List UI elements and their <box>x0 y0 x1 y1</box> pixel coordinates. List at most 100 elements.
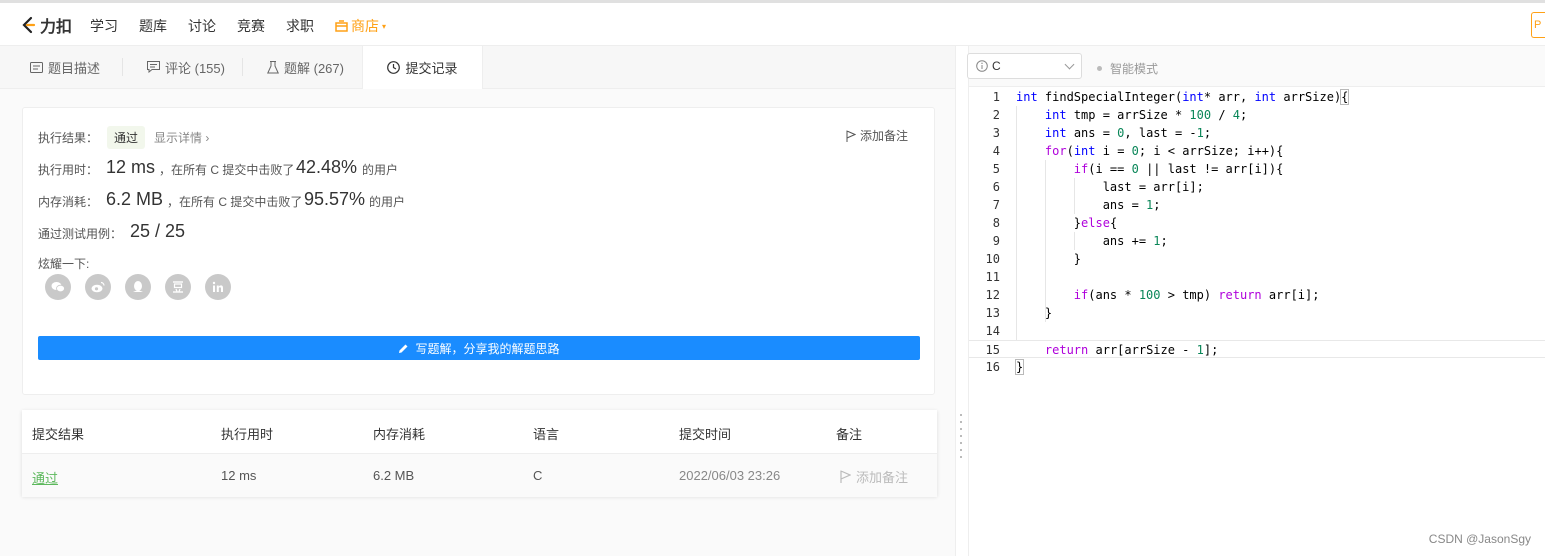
chevron-down-icon <box>1064 59 1075 70</box>
cell-runtime: 12 ms <box>221 468 257 483</box>
left-pane: 题目描述 评论 (155) 题解 (267) 提交记录 执行结果： 通过 显示详… <box>0 46 955 556</box>
code-line: 3 int ans = 0, last = -1; <box>992 126 1212 140</box>
tests-label: 通过测试用例： <box>38 227 123 241</box>
column-header: 备注 <box>836 427 863 442</box>
memory-value: 6.2 MB <box>106 189 164 209</box>
code-line: 5 if(i == 0 || last != arr[i]){ <box>992 162 1284 176</box>
cell-submit-time: 2022/06/03 23:26 <box>679 468 781 483</box>
runtime-text: ，在所有 C 提交中击败了 <box>159 163 295 177</box>
write-solution-button[interactable]: 写题解，分享我的解题思路 <box>38 336 920 360</box>
tab-description[interactable]: 题目描述 <box>30 46 100 88</box>
splitter-grip-dot <box>960 435 962 437</box>
table-row[interactable]: 通过 12 ms 6.2 MB C 2022/06/03 23:26 添加备注 <box>22 453 937 497</box>
submission-result-card: 执行结果： 通过 显示详情 › 添加备注 执行用时： 12 ms ，在所有 C … <box>22 107 935 395</box>
nav-item-problems[interactable]: 题库 <box>139 16 167 36</box>
cell-memory: 6.2 MB <box>373 468 415 483</box>
code-line-current: 15 return arr[arrSize - 1]; <box>969 340 1545 358</box>
status-label: 执行结果： <box>38 131 99 145</box>
premium-button[interactable]: P <box>1531 12 1545 38</box>
code-line: 7 ans = 1; <box>992 198 1161 212</box>
submissions-table: 提交结果 执行用时 内存消耗 语言 提交时间 备注 通过 12 ms 6.2 M… <box>22 410 937 497</box>
top-navbar: 力扣 学习 题库 讨论 竞赛 求职 商店 ▾ P <box>0 0 1545 46</box>
comment-icon <box>147 61 160 73</box>
linkedin-icon[interactable] <box>205 274 231 300</box>
splitter-grip-dot <box>960 421 962 423</box>
nav-item-contest[interactable]: 竞赛 <box>237 16 265 36</box>
problem-tabs: 题目描述 评论 (155) 题解 (267) 提交记录 <box>0 46 955 89</box>
store-label: 商店 <box>351 18 379 34</box>
column-header: 提交结果 <box>32 427 85 442</box>
write-solution-label: 写题解，分享我的解题思路 <box>415 341 560 356</box>
tab-label: 评论 (155) <box>165 60 225 76</box>
splitter-grip-dot <box>960 414 962 416</box>
code-line: 6 last = arr[i]; <box>992 180 1204 194</box>
code-line: 2 int tmp = arrSize * 100 / 4; <box>992 108 1248 122</box>
watermark: CSDN @JasonSgy <box>1428 532 1531 546</box>
nav-item-jobs[interactable]: 求职 <box>286 16 314 36</box>
store-icon <box>335 20 348 32</box>
code-line: 9 ans += 1; <box>992 234 1168 248</box>
code-line: 8 }else{ <box>992 216 1118 230</box>
runtime-value: 12 ms <box>106 157 156 177</box>
code-line: 12 if(ans * 100 > tmp) return arr[i]; <box>985 288 1320 302</box>
leetcode-logo-icon <box>22 16 36 34</box>
share-label: 炫耀一下: <box>38 257 90 271</box>
status-badge: 通过 <box>107 126 146 149</box>
nav-item-store[interactable]: 商店 ▾ <box>335 16 386 36</box>
splitter-grip-dot <box>960 428 962 430</box>
pane-splitter[interactable] <box>955 46 969 556</box>
memory-label: 内存消耗： <box>38 195 99 209</box>
code-line: 16} <box>985 359 1025 375</box>
tab-label: 题目描述 <box>48 60 101 76</box>
column-header: 提交时间 <box>679 427 732 442</box>
runtime-label: 执行用时： <box>38 163 99 177</box>
language-select[interactable]: C <box>967 53 1082 79</box>
code-editor-pane: C 智能模式 1 int findSpecialInteger(int* arr,… <box>967 46 1545 556</box>
add-note-label: 添加备注 <box>859 129 908 143</box>
smart-mode-label: 智能模式 <box>1110 62 1159 76</box>
tab-label: 题解 (267) <box>284 60 344 76</box>
flag-icon <box>846 130 856 142</box>
description-icon <box>30 61 43 73</box>
language-value: C <box>992 59 1001 73</box>
tests-value: 25 / 25 <box>130 221 186 241</box>
memory-text: ，在所有 C 提交中击败了 <box>167 195 303 209</box>
tab-submissions[interactable]: 提交记录 <box>362 46 483 89</box>
qq-icon[interactable] <box>125 274 151 300</box>
code-line: 14 <box>985 324 1000 338</box>
flask-icon <box>267 60 279 73</box>
tab-divider <box>242 58 243 76</box>
code-line: 1 int findSpecialInteger(int* arr, int ar… <box>992 89 1350 105</box>
logo[interactable]: 力扣 <box>20 13 72 37</box>
runtime-percentile: 42.48% <box>296 157 358 177</box>
column-header: 语言 <box>533 427 560 442</box>
column-header: 内存消耗 <box>373 427 426 442</box>
weibo-icon[interactable] <box>85 274 111 300</box>
runtime-tail: 的用户 <box>362 163 399 177</box>
pencil-icon <box>399 344 408 353</box>
smart-mode-toggle[interactable]: 智能模式 <box>1097 60 1158 77</box>
submission-status-link[interactable]: 通过 <box>32 468 58 487</box>
info-icon <box>976 60 988 72</box>
tab-divider <box>122 58 123 76</box>
show-details-link[interactable]: 显示详情 › <box>154 129 209 146</box>
status-dot-icon <box>1097 66 1102 71</box>
nav-item-learn[interactable]: 学习 <box>90 16 118 36</box>
main-nav: 学习 题库 讨论 竞赛 求职 商店 ▾ <box>90 16 407 36</box>
splitter-grip-dot <box>960 449 962 451</box>
tab-solutions[interactable]: 题解 (267) <box>267 46 344 88</box>
add-note-button[interactable]: 添加备注 <box>846 127 908 144</box>
nav-item-discuss[interactable]: 讨论 <box>188 16 216 36</box>
splitter-grip-dot <box>960 456 962 458</box>
code-line: 10 } <box>985 252 1082 266</box>
splitter-grip-dot <box>960 442 962 444</box>
row-add-note-button[interactable]: 添加备注 <box>840 467 908 486</box>
wechat-icon[interactable] <box>45 274 71 300</box>
douban-icon[interactable] <box>165 274 191 300</box>
code-line: 13 } <box>985 306 1053 320</box>
tab-label: 提交记录 <box>405 61 458 76</box>
caret-down-icon: ▾ <box>382 21 387 31</box>
tab-comments[interactable]: 评论 (155) <box>147 46 225 88</box>
flag-icon <box>840 470 851 483</box>
row-add-note-label: 添加备注 <box>856 470 909 485</box>
